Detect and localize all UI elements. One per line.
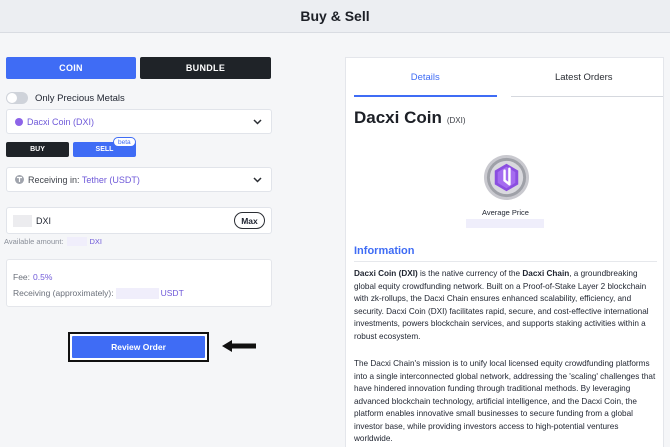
receiving-estimate-label: Receiving (approximately): [13,288,114,298]
chevron-down-icon [251,174,263,186]
description-paragraph-2: The Dacxi Chain's mission is to unify lo… [354,359,656,443]
coin-details-panel: Details Latest Orders Dacxi Coin (DXI) A… [345,57,664,447]
arrow-left-icon [222,340,256,352]
dacxi-coin-logo-icon [483,154,530,201]
coin-name: Dacxi Coin [354,108,442,127]
review-order-highlight: Review Order [68,332,209,362]
coin-full-name: Dacxi Coin (DXI) [354,269,418,278]
receiving-currency: Tether (USDT) [81,174,140,185]
p1-text-a: is the native currency of the [417,269,523,278]
receiving-currency-select[interactable]: Receiving in: Tether (USDT) [6,167,272,192]
dacxi-coin-icon [15,117,23,126]
top-bar: Buy & Sell [0,0,670,33]
chain-name: Dacxi Chain [522,269,570,278]
fee-label: Fee: [13,272,31,282]
available-value [67,237,88,246]
tab-details[interactable]: Details [346,58,505,97]
average-price-value [466,219,544,228]
precious-metals-label: Only Precious Metals [35,92,125,104]
tether-icon [15,175,24,184]
tab-latest-orders[interactable]: Latest Orders [505,58,664,97]
fee-summary: Fee: 0.5% Receiving (approximately): USD… [6,259,272,307]
p1-text-b: , a groundbreaking global equity crowdfu… [354,269,649,341]
average-price-label: Average Price [482,208,529,217]
available-amount: Available amount: DXI [4,237,102,246]
amount-input[interactable] [13,214,32,227]
page-title: Buy & Sell [300,8,370,24]
bundle-tab-button[interactable]: BUNDLE [140,57,271,79]
information-heading: Information [354,245,415,257]
amount-unit: DXI [36,215,52,226]
coin-heading: Dacxi Coin (DXI) [354,108,466,128]
max-button[interactable]: Max [234,212,265,229]
fee-row: Fee: 0.5% [13,269,265,285]
description-paragraph-1: Dacxi Coin (DXI) is the native currency … [354,268,658,343]
amount-input-group: DXI Max [6,207,272,234]
receiving-estimate-row: Receiving (approximately): USDT [13,285,265,301]
available-token: DXI [89,237,102,246]
precious-metals-toggle[interactable] [6,92,28,104]
fee-value: 0.5% [33,272,53,282]
coin-select-value: Dacxi Coin (DXI) [27,116,95,127]
receiving-select-value: Receiving in: Tether (USDT) [28,175,251,185]
coin-select[interactable]: Dacxi Coin (DXI) [6,109,272,134]
buy-button[interactable]: BUY [6,142,69,157]
precious-metals-filter[interactable]: Only Precious Metals [6,90,125,106]
details-tabs: Details Latest Orders [346,58,663,97]
divider [354,261,657,262]
receiving-estimate-unit: USDT [160,288,184,298]
available-label: Available amount: [4,237,64,246]
receiving-prefix: Receiving in: [28,174,80,185]
coin-tab-button[interactable]: COIN [6,57,136,79]
review-order-button[interactable]: Review Order [72,336,205,358]
chevron-down-icon [251,116,263,128]
order-panel: COIN BUNDLE Only Precious Metals Dacxi C… [0,33,276,447]
beta-badge: beta [113,137,136,147]
toggle-knob [7,93,17,103]
coin-symbol: (DXI) [446,116,466,125]
receiving-estimate-value [115,287,159,299]
